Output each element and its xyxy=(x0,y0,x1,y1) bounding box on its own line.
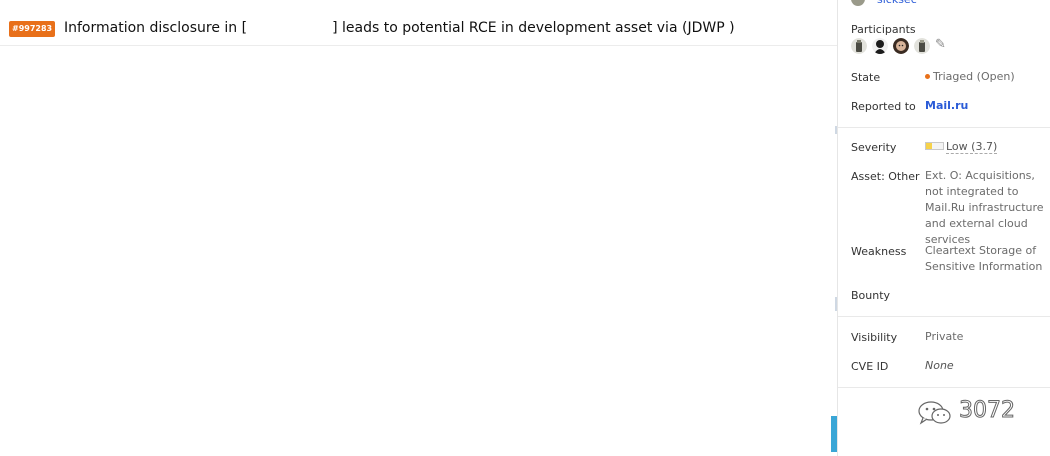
reported-to-label: Reported to xyxy=(851,100,916,113)
cve-label: CVE ID xyxy=(851,360,889,373)
participant-avatar[interactable] xyxy=(893,38,909,54)
visibility-value: Private xyxy=(925,330,964,343)
severity-label: Severity xyxy=(851,141,897,154)
reporter-avatar[interactable] xyxy=(851,0,865,6)
state-dot-icon xyxy=(925,74,930,79)
report-id-badge[interactable]: #997283 xyxy=(9,21,56,37)
bounty-label: Bounty xyxy=(851,289,891,302)
reported-to-value: Mail.ru xyxy=(925,98,1050,114)
report-header: #997283 Information disclosure in [ ] lea… xyxy=(0,0,837,46)
report-page: #997283 Information disclosure in [ ] lea… xyxy=(0,0,1050,456)
severity-bar-fill xyxy=(926,143,933,149)
asset-label: Asset: Other xyxy=(851,170,920,183)
asset-value: Ext. O: Acquisitions, not integrated to … xyxy=(925,169,1044,246)
severity-bar xyxy=(925,142,944,150)
state-text: Triaged (Open) xyxy=(933,70,1015,83)
participant-avatar[interactable] xyxy=(914,38,930,54)
participants-label: Participants xyxy=(851,23,916,36)
participant-avatar[interactable] xyxy=(872,38,888,54)
reporter-link[interactable]: sicksec xyxy=(877,0,917,6)
program-link[interactable]: Mail.ru xyxy=(925,99,968,112)
divider xyxy=(838,387,1050,388)
divider xyxy=(838,316,1050,317)
weakness-value[interactable]: Cleartext Storage of Sensitive Informati… xyxy=(925,243,1050,275)
report-title-part2: ] leads to potential RCE in development … xyxy=(332,20,735,36)
watermark-text: 3072 xyxy=(959,398,1016,424)
visibility-label: Visibility xyxy=(851,331,898,344)
wechat-icon xyxy=(917,400,953,430)
cve-value: None xyxy=(925,359,954,372)
report-sidebar: sicksec Participants ✎ State Triaged (Op… xyxy=(837,0,1050,456)
report-title-part1: Information disclosure in [ xyxy=(64,20,248,36)
weakness-label: Weakness xyxy=(851,245,907,258)
participant-avatar[interactable] xyxy=(851,38,867,54)
severity-text[interactable]: Low (3.7) xyxy=(946,140,998,154)
severity-value[interactable]: Low (3.7) xyxy=(925,139,1050,155)
pencil-icon[interactable]: ✎ xyxy=(935,37,946,52)
report-title: Information disclosure in [ ] leads to po… xyxy=(64,20,735,36)
state-label: State xyxy=(851,71,881,84)
watermark: 3072 xyxy=(917,396,1027,430)
divider xyxy=(838,127,1050,128)
state-value: Triaged (Open) xyxy=(925,69,1050,85)
